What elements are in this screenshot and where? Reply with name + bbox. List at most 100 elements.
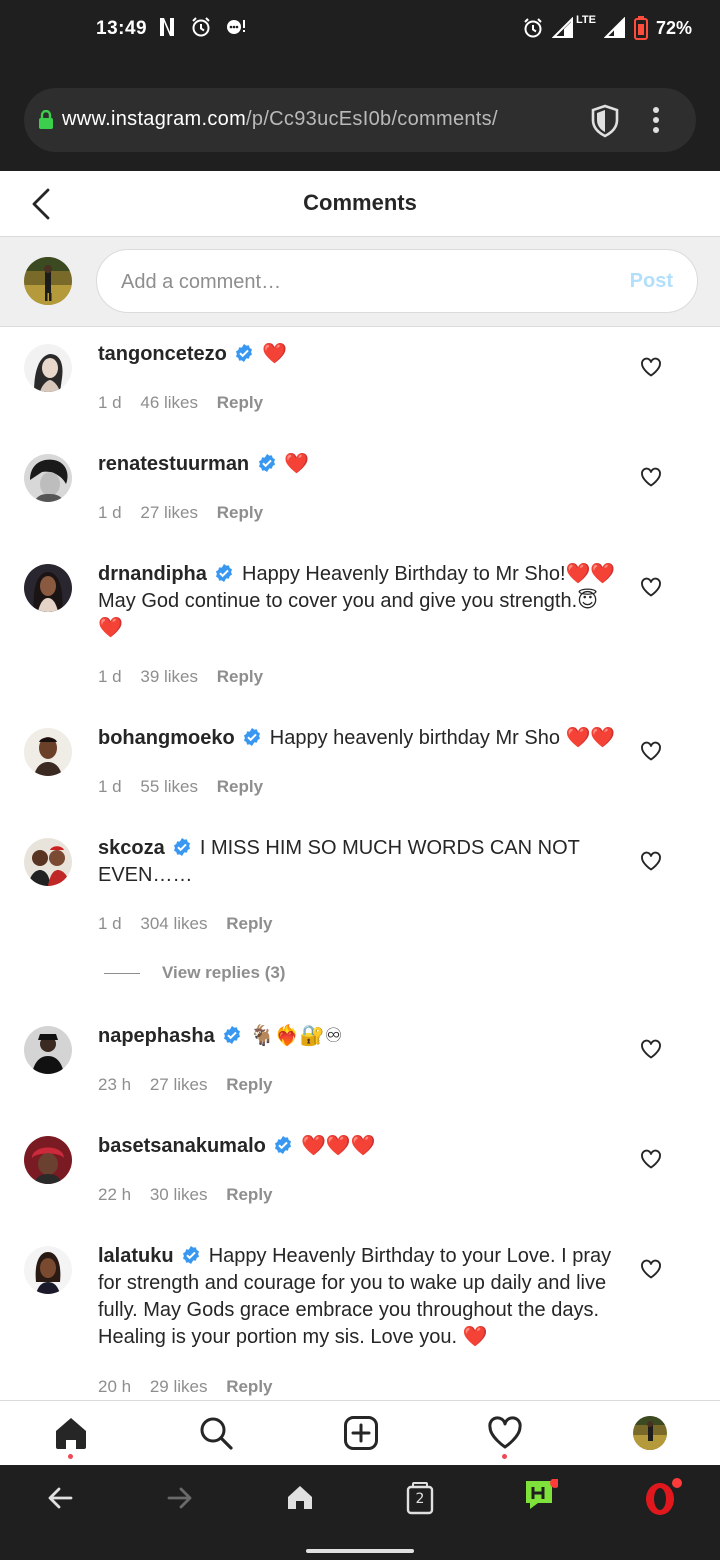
app-shortcut-button[interactable] xyxy=(524,1478,560,1513)
reply-button[interactable]: Reply xyxy=(217,393,263,412)
comment-likes[interactable]: 27 likes xyxy=(140,503,198,522)
reply-button[interactable]: Reply xyxy=(226,914,272,933)
tabs-button[interactable]: 2 xyxy=(405,1481,435,1515)
comments-list[interactable]: tangoncetezo ❤️ 1 d 46 likes Reply renat… xyxy=(0,327,720,1400)
search-icon[interactable] xyxy=(198,1415,234,1451)
view-replies-button[interactable]: View replies (3) xyxy=(104,963,285,983)
list-item: napephasha 🐐❤️‍🔥🔐♾ 23 h 27 likes Reply xyxy=(0,1009,720,1119)
avatar[interactable] xyxy=(24,838,72,886)
opera-menu-button[interactable] xyxy=(642,1477,682,1517)
avatar[interactable] xyxy=(24,344,72,392)
create-post-icon[interactable] xyxy=(343,1415,379,1451)
opera-logo-icon xyxy=(646,1478,682,1515)
comment-username[interactable]: renatestuurman xyxy=(98,453,249,475)
comment-meta: 23 h 27 likes Reply xyxy=(98,1075,287,1095)
verified-badge-icon xyxy=(258,454,275,472)
comment-time: 1 d xyxy=(98,914,122,933)
list-item: drnandipha Happy Heavenly Birthday to Mr… xyxy=(0,547,720,711)
avatar[interactable] xyxy=(24,454,72,502)
reply-button[interactable]: Reply xyxy=(226,1377,272,1396)
comment-meta: 1 d 39 likes Reply xyxy=(98,667,277,687)
home-activity-dot xyxy=(68,1454,73,1459)
comment-meta: 1 d 304 likes Reply xyxy=(98,914,287,934)
comment-meta: 1 d 46 likes Reply xyxy=(98,393,277,413)
status-bar: 13:49 LTE 72% xyxy=(0,0,720,70)
list-item: basetsanakumalo ❤️❤️❤️ 22 h 30 likes Rep… xyxy=(0,1119,720,1229)
shield-icon[interactable] xyxy=(590,104,620,138)
profile-avatar-icon[interactable] xyxy=(632,1415,668,1451)
reply-button[interactable]: Reply xyxy=(226,1185,272,1204)
comment-composer: Post xyxy=(0,237,720,327)
verified-badge-icon xyxy=(183,1246,200,1264)
comment-text: bohangmoeko Happy heavenly birthday Mr S… xyxy=(98,725,623,752)
comment-time: 23 h xyxy=(98,1075,132,1094)
heart-outline-icon[interactable] xyxy=(640,357,662,377)
alarm-icon xyxy=(192,17,210,37)
heart-outline-icon[interactable] xyxy=(640,467,662,487)
reply-button[interactable]: Reply xyxy=(217,503,263,522)
avatar[interactable] xyxy=(24,1136,72,1184)
comment-meta: 20 h 29 likes Reply xyxy=(98,1377,287,1397)
verified-badge-icon xyxy=(244,728,261,746)
network-type: LTE xyxy=(576,14,596,26)
comment-likes[interactable]: 30 likes xyxy=(150,1185,208,1204)
heart-outline-icon[interactable] xyxy=(640,577,662,597)
battery-icon xyxy=(633,16,648,40)
forward-arrow-icon[interactable] xyxy=(165,1483,195,1513)
url-bar[interactable]: www.instagram.com/p/Cc93ucEsI0b/comments… xyxy=(24,88,696,152)
comment-likes[interactable]: 304 likes xyxy=(140,914,207,933)
comment-username[interactable]: lalatuku xyxy=(98,1245,174,1267)
home-icon[interactable] xyxy=(53,1415,89,1451)
comment-time: 1 d xyxy=(98,667,122,686)
chat-app-icon xyxy=(526,1478,560,1509)
home-icon[interactable] xyxy=(285,1483,315,1513)
menu-kebab-icon[interactable] xyxy=(650,106,662,134)
activity-heart-icon[interactable] xyxy=(487,1415,523,1451)
heart-outline-icon[interactable] xyxy=(640,1149,662,1169)
url-text[interactable]: www.instagram.com/p/Cc93ucEsI0b/comments… xyxy=(62,108,498,131)
instagram-bottom-nav xyxy=(0,1400,720,1465)
back-arrow-icon[interactable] xyxy=(45,1483,75,1513)
verified-badge-icon xyxy=(174,838,191,856)
comment-text: skcoza I MISS HIM SO MUCH WORDS CAN NOT … xyxy=(98,835,623,889)
comment-text: napephasha 🐐❤️‍🔥🔐♾ xyxy=(98,1023,623,1050)
heart-outline-icon[interactable] xyxy=(640,1039,662,1059)
comment-likes[interactable]: 27 likes xyxy=(150,1075,208,1094)
comment-body: Happy heavenly birthday Mr Sho ❤️❤️ xyxy=(269,727,616,749)
comment-username[interactable]: tangoncetezo xyxy=(98,343,227,365)
list-item: lalatuku Happy Heavenly Birthday to your… xyxy=(0,1229,720,1400)
comment-likes[interactable]: 46 likes xyxy=(140,393,198,412)
avatar[interactable] xyxy=(24,728,72,776)
heart-outline-icon[interactable] xyxy=(640,741,662,761)
comment-username[interactable]: napephasha xyxy=(98,1025,215,1047)
comment-username[interactable]: skcoza xyxy=(98,837,165,859)
gesture-bar[interactable] xyxy=(306,1549,414,1553)
comment-likes[interactable]: 55 likes xyxy=(140,777,198,796)
comment-input[interactable] xyxy=(121,268,601,296)
battery-percent: 72% xyxy=(655,17,692,38)
avatar[interactable] xyxy=(24,1246,72,1294)
avatar[interactable] xyxy=(24,1026,72,1074)
comment-username[interactable]: drnandipha xyxy=(98,563,207,585)
post-button[interactable]: Post xyxy=(630,270,673,293)
comment-body: 🐐❤️‍🔥🔐♾ xyxy=(249,1025,343,1047)
comment-meta: 1 d 55 likes Reply xyxy=(98,777,277,797)
comment-body: ❤️❤️❤️ xyxy=(300,1135,376,1157)
list-item: renatestuurman ❤️ 1 d 27 likes Reply xyxy=(0,437,720,547)
reply-button[interactable]: Reply xyxy=(226,1075,272,1094)
tabs-count: 2 xyxy=(415,1491,425,1507)
comment-time: 20 h xyxy=(98,1377,132,1396)
verified-badge-icon xyxy=(275,1136,292,1154)
reply-button[interactable]: Reply xyxy=(217,667,263,686)
list-item: tangoncetezo ❤️ 1 d 46 likes Reply xyxy=(0,327,720,437)
comment-likes[interactable]: 39 likes xyxy=(140,667,198,686)
reply-button[interactable]: Reply xyxy=(217,777,263,796)
comment-likes[interactable]: 29 likes xyxy=(150,1377,208,1396)
avatar[interactable] xyxy=(24,564,72,612)
heart-outline-icon[interactable] xyxy=(640,1259,662,1279)
comment-username[interactable]: basetsanakumalo xyxy=(98,1135,266,1157)
comment-username[interactable]: bohangmoeko xyxy=(98,727,235,749)
url-path: /p/Cc93ucEsI0b/comments/ xyxy=(246,108,498,130)
heart-outline-icon[interactable] xyxy=(640,851,662,871)
url-host: www.instagram.com xyxy=(62,108,247,130)
